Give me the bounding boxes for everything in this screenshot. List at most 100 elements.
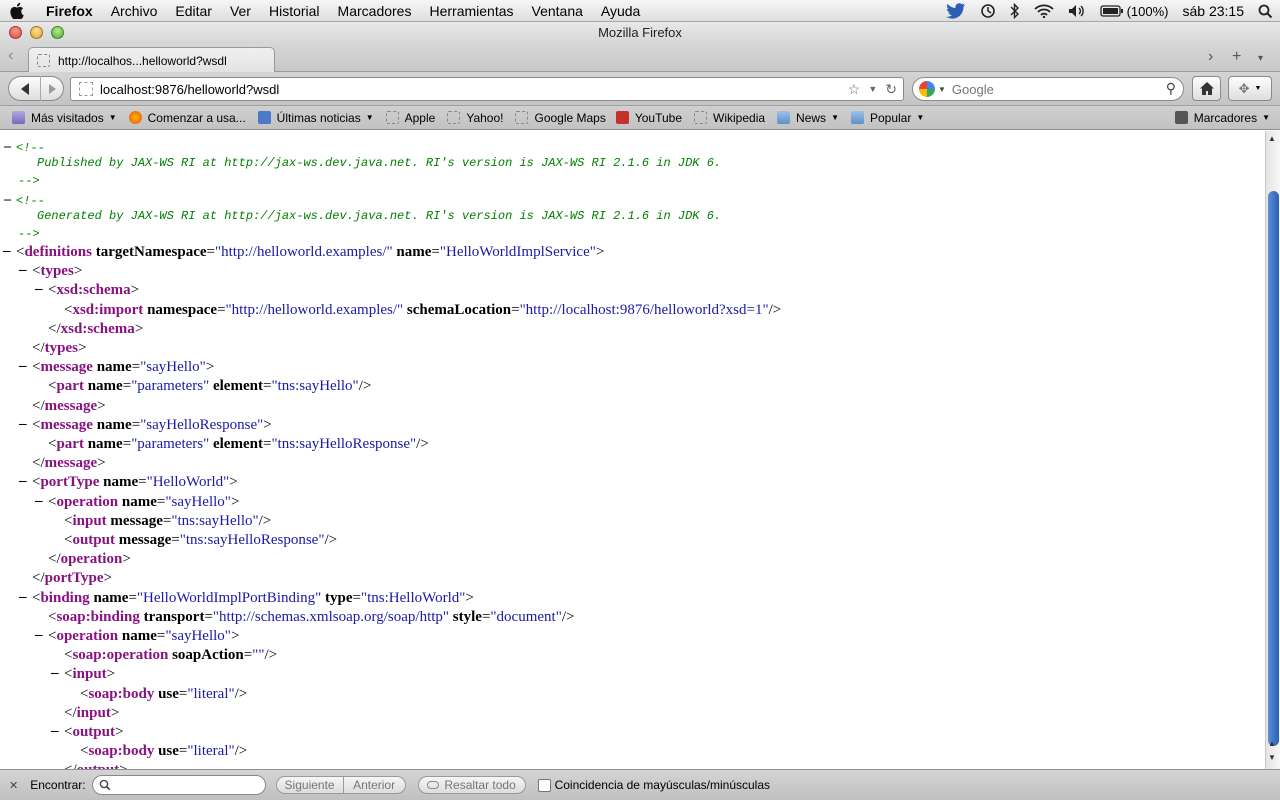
bookmark-ultimas-noticias[interactable]: Últimas noticias ▼ [257,111,374,125]
menu-ventana[interactable]: Ventana [523,0,592,22]
find-input[interactable] [91,775,266,795]
bookmark-label: YouTube [634,110,683,125]
volume-icon[interactable] [1068,4,1086,18]
match-case-checkbox[interactable] [537,778,551,792]
menu-marcadores[interactable]: Marcadores [329,0,421,22]
url-history-dropdown-icon[interactable]: ▼ [868,84,877,98]
forward-button[interactable] [41,83,63,95]
xml-attr-name: namespace [143,301,218,318]
bookmark-yahoo[interactable]: Yahoo! [447,111,503,125]
element-collapse-toggle[interactable]: – [35,627,43,644]
element-collapse-toggle[interactable]: – [19,416,27,433]
apple-menu-icon[interactable] [0,0,34,22]
tab-scroll-left-icon[interactable]: ‹ [8,47,13,65]
xml-comment-text: Generated by JAX-WS RI at http://jax-ws.… [37,209,722,223]
bookmark-label: Popular [869,110,912,125]
bluetooth-icon[interactable] [1010,3,1020,19]
xml-punctuation: > [465,589,474,606]
menu-archivo[interactable]: Archivo [102,0,167,22]
site-identity-icon[interactable] [79,82,93,96]
menu-ver[interactable]: Ver [221,0,260,22]
bookmark-google-maps[interactable]: Google Maps [515,111,606,125]
element-collapse-toggle[interactable]: – [35,281,43,298]
xml-punctuation: /> [258,512,272,529]
xml-attr-value: "sayHello" [165,628,231,644]
window-titlebar: Mozilla Firefox [0,22,1280,44]
comment-collapse-toggle[interactable]: – [4,192,11,208]
search-bar[interactable]: ▼ Google ⚲ [912,77,1184,101]
search-placeholder[interactable]: Google [952,82,994,97]
wifi-icon[interactable] [1033,4,1054,18]
scroll-down-icon[interactable]: ▼ [1268,753,1276,762]
xml-element-line: <definitions targetNamespace="http://hel… [16,243,604,262]
close-findbar-icon[interactable]: ✕ [9,779,18,792]
menu-app-firefox[interactable]: Firefox [34,0,102,22]
search-magnifier-icon[interactable]: ⚲ [1166,80,1176,97]
twitter-bird-icon[interactable] [945,3,966,19]
xml-punctuation: = [431,244,440,260]
xml-attr-name: name [392,244,432,260]
element-collapse-toggle[interactable]: – [19,358,27,375]
window-minimize-button[interactable] [30,26,43,39]
folder-icon [850,111,864,124]
tab-scroll-right-icon[interactable]: › [1208,48,1213,66]
element-collapse-toggle[interactable]: – [19,589,27,606]
bookmark-youtube[interactable]: YouTube [615,110,683,125]
xml-tag-name: input [72,666,107,683]
home-button[interactable] [1192,76,1221,101]
battery-status[interactable]: (100%) [1099,4,1169,19]
xml-punctuation: > [205,359,215,376]
element-collapse-toggle[interactable]: – [19,473,27,490]
clock[interactable]: sáb 23:15 [1183,3,1245,19]
bookmark-apple[interactable]: Apple [385,111,435,125]
scrollbar-thumb[interactable] [1268,191,1279,746]
menu-ayuda[interactable]: Ayuda [592,0,649,22]
xml-element-line: <xsd:schema> [48,281,139,300]
bookmark-comenzar[interactable]: Comenzar a usa... [128,111,246,125]
back-button[interactable] [9,76,41,101]
highlight-all-button[interactable]: Resaltar todo [417,776,526,794]
reload-icon[interactable]: ↻ [885,81,897,98]
bookmark-mas-visitados[interactable]: Más visitados ▼ [12,111,117,125]
bookmark-wikipedia[interactable]: Wikipedia [694,111,765,125]
bookmark-news[interactable]: News ▼ [777,111,839,125]
vertical-scrollbar[interactable]: ▲ ▲ ▼ [1265,131,1280,769]
new-tab-icon[interactable]: + [1232,48,1241,66]
element-collapse-toggle[interactable]: – [51,665,59,682]
url-text[interactable]: localhost:9876/helloworld?wsdl [100,82,279,97]
element-collapse-toggle[interactable]: – [3,243,11,260]
scroll-up-icon[interactable]: ▲ [1268,739,1276,748]
spotlight-search-icon[interactable] [1258,4,1273,19]
element-collapse-toggle[interactable]: – [35,493,43,510]
search-engine-dropdown-icon[interactable]: ▼ [938,85,946,94]
xml-tag-name: output [72,532,115,548]
scroll-up-icon[interactable]: ▲ [1268,134,1276,143]
menu-editar[interactable]: Editar [166,0,221,22]
xml-attr-value: "http://helloworld.examples/" [225,301,404,318]
element-collapse-toggle[interactable]: – [19,262,27,279]
xml-element-line: <output> [64,723,123,742]
bookmark-popular[interactable]: Popular ▼ [850,110,924,125]
xml-attr-value: "tns:sayHello" [271,378,359,395]
menu-herramientas[interactable]: Herramientas [420,0,522,22]
find-next-button[interactable]: Siguiente [275,776,344,794]
xml-punctuation: > [230,628,240,644]
find-previous-button[interactable]: Anterior [343,776,406,794]
bookmarks-menu-button[interactable]: Marcadores ▼ [1174,111,1270,125]
tab-list-icon[interactable]: ▾ [1258,53,1263,64]
dropdown-arrow-icon: ▼ [1262,113,1270,122]
bookmark-star-icon[interactable]: ☆ [848,81,861,98]
window-zoom-button[interactable] [51,26,64,39]
google-engine-icon[interactable] [919,81,935,97]
menu-historial[interactable]: Historial [260,0,329,22]
xml-punctuation: = [122,378,132,395]
url-bar[interactable]: localhost:9876/helloworld?wsdl ☆ ▼ ↻ [70,77,904,101]
window-close-button[interactable] [9,26,22,39]
comment-collapse-toggle[interactable]: – [4,139,11,155]
highlight-all-label: Resaltar todo [444,778,516,792]
find-magnifier-icon [99,779,110,791]
element-collapse-toggle[interactable]: – [51,723,59,740]
tab-active[interactable]: http://localhos...helloworld?wsdl [28,47,275,73]
time-machine-icon[interactable] [980,3,996,19]
addon-button[interactable]: ✥ ▼ [1228,76,1272,101]
